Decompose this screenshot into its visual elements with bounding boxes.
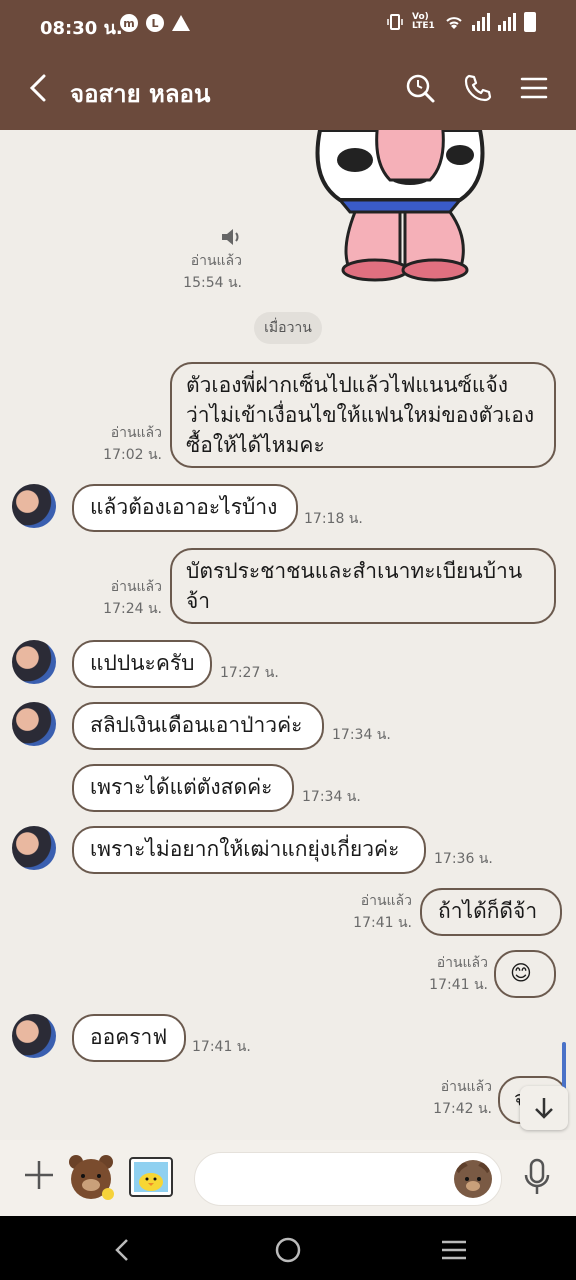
nav-home-icon[interactable] bbox=[274, 1236, 302, 1264]
message-line: ว่าไม่เข้าเงื่อนไขให้แฟนใหม่ของตัวเอง bbox=[186, 403, 535, 427]
incoming-message[interactable]: แปปนะครับ bbox=[72, 640, 212, 688]
message-time: 15:54 น. bbox=[183, 275, 242, 291]
chat-header: จอสาย หลอน bbox=[0, 48, 576, 130]
read-receipt: อ่านแล้ว bbox=[440, 1079, 492, 1095]
incoming-message[interactable]: เพราะไม่อยากให้เฒ่าแกยุ่งเกี่ยวค่ะ bbox=[72, 826, 426, 874]
outgoing-message[interactable]: บัตรประชาชนและสำเนาทะเบียนบ้าน จ้า bbox=[170, 548, 556, 624]
battery-icon bbox=[524, 12, 536, 32]
wifi-icon bbox=[446, 17, 462, 29]
down-arrow-icon bbox=[535, 1098, 553, 1119]
menu-icon[interactable] bbox=[518, 72, 550, 104]
message-meta: อ่านแล้ว 17:24 น. bbox=[90, 576, 162, 620]
message-meta: อ่านแล้ว 17:41 น. bbox=[340, 890, 412, 934]
message-time: 17:27 น. bbox=[220, 665, 279, 681]
avatar[interactable] bbox=[12, 640, 56, 684]
nav-recents-icon[interactable] bbox=[440, 1236, 468, 1264]
back-arrow-icon[interactable] bbox=[28, 74, 48, 102]
message-time: 17:02 น. bbox=[103, 447, 162, 463]
message-time: 17:41 น. bbox=[429, 977, 488, 993]
avatar[interactable] bbox=[12, 826, 56, 870]
message-input-bar bbox=[0, 1140, 576, 1216]
read-receipt: อ่านแล้ว bbox=[360, 893, 412, 909]
message-time: 17:34 น. bbox=[302, 789, 361, 805]
incoming-message[interactable]: สลิปเงินเดือนเอาป่าวค่ะ bbox=[72, 702, 324, 750]
brown-sticker-icon[interactable] bbox=[66, 1152, 116, 1202]
scroll-to-bottom-button[interactable] bbox=[520, 1086, 568, 1130]
vibrate-icon bbox=[387, 14, 403, 30]
status-bar: 08:30 น. m L Vo) LTE1 bbox=[0, 0, 576, 48]
sticker-image[interactable] bbox=[300, 130, 500, 290]
warning-icon bbox=[172, 15, 190, 31]
incoming-message[interactable]: ออคราฟ bbox=[72, 1014, 186, 1062]
incoming-message[interactable]: เพราะได้แต่ตังสดค่ะ bbox=[72, 764, 294, 812]
read-receipt: อ่านแล้ว bbox=[110, 425, 162, 441]
status-time: 08:30 น. bbox=[40, 18, 123, 39]
nav-back-icon[interactable] bbox=[108, 1236, 136, 1264]
speaker-icon[interactable] bbox=[220, 228, 242, 246]
system-navigation-bar bbox=[0, 1216, 576, 1280]
scrollbar[interactable] bbox=[562, 1042, 566, 1090]
emoji-icon[interactable] bbox=[454, 1160, 492, 1198]
message-time: 17:34 น. bbox=[332, 727, 391, 743]
plus-icon[interactable] bbox=[22, 1158, 56, 1192]
volte-indicator: Vo) LTE1 bbox=[412, 12, 435, 31]
sticker-meta: อ่านแล้ว 15:54 น. bbox=[150, 250, 242, 294]
message-time: 17:36 น. bbox=[434, 851, 493, 867]
message-line: ตัวเองพี่ฝากเซ็นไปแล้วไฟแนนซ์แจ้ง bbox=[186, 373, 509, 397]
signal-icon-2 bbox=[498, 13, 516, 31]
photo-sticker-icon[interactable] bbox=[126, 1152, 176, 1202]
line-icon: L bbox=[146, 14, 164, 32]
messenger-icon: m bbox=[120, 14, 138, 32]
message-meta: อ่านแล้ว 17:42 น. bbox=[420, 1076, 492, 1120]
read-receipt: อ่านแล้ว bbox=[110, 579, 162, 595]
message-time: 17:41 น. bbox=[353, 915, 412, 931]
chat-area[interactable]: อ่านแล้ว 15:54 น. เมื่อวาน อ่านแล้ว 17:0… bbox=[0, 130, 576, 1140]
incoming-message[interactable]: แล้วต้องเอาอะไรบ้าง bbox=[72, 484, 298, 532]
read-receipt: อ่านแล้ว bbox=[436, 955, 488, 971]
message-time: 17:42 น. bbox=[433, 1101, 492, 1117]
message-meta: อ่านแล้ว 17:02 น. bbox=[90, 422, 162, 466]
outgoing-message[interactable]: ถ้าได้ก็ดีจ้า bbox=[420, 888, 562, 936]
avatar[interactable] bbox=[12, 484, 56, 528]
emoji-message[interactable]: 😊 bbox=[494, 950, 556, 998]
message-line: ซื้อให้ได้ไหมคะ bbox=[186, 433, 325, 457]
chat-title: จอสาย หลอน bbox=[70, 80, 211, 108]
date-separator: เมื่อวาน bbox=[254, 312, 322, 344]
search-icon[interactable] bbox=[404, 72, 436, 104]
message-time: 17:41 น. bbox=[192, 1039, 251, 1055]
message-time: 17:18 น. bbox=[304, 511, 363, 527]
outgoing-message[interactable]: ตัวเองพี่ฝากเซ็นไปแล้วไฟแนนซ์แจ้ง ว่าไม่… bbox=[170, 362, 556, 468]
avatar[interactable] bbox=[12, 702, 56, 746]
phone-icon[interactable] bbox=[462, 72, 494, 104]
avatar[interactable] bbox=[12, 1014, 56, 1058]
message-line: จ้า bbox=[186, 589, 211, 613]
message-meta: อ่านแล้ว 17:41 น. bbox=[416, 952, 488, 996]
microphone-icon[interactable] bbox=[524, 1158, 550, 1196]
signal-icon-1 bbox=[472, 13, 490, 31]
read-receipt: อ่านแล้ว bbox=[190, 253, 242, 269]
message-time: 17:24 น. bbox=[103, 601, 162, 617]
message-line: บัตรประชาชนและสำเนาทะเบียนบ้าน bbox=[186, 559, 523, 583]
